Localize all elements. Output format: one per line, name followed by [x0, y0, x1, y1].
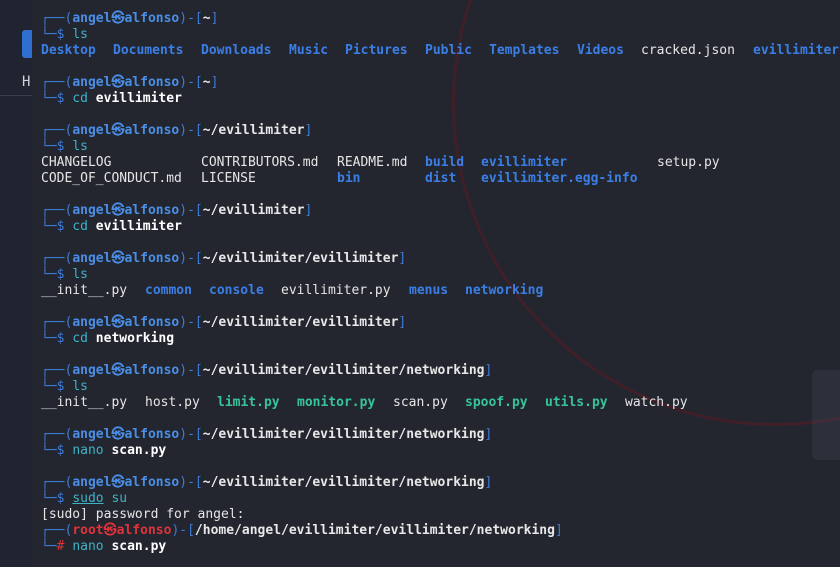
desktop-app-icon[interactable]: [22, 30, 32, 58]
prompt-line: ┌──(angel㉿alfonso)-[~]: [41, 11, 219, 26]
exec-entry: utils.py: [545, 395, 608, 410]
terminal-window[interactable]: ┌──(angel㉿alfonso)-[~] └─$ ls Desktop Do…: [32, 0, 840, 567]
prompt-path: ~: [202, 75, 211, 90]
command-line: └─$ ls: [41, 267, 88, 282]
file-entry: host.py: [145, 395, 200, 410]
prompt-line: ┌──(angel㉿alfonso)-[~]: [41, 75, 219, 90]
dir-entry: dist: [425, 171, 457, 186]
dir-entry: Pictures: [345, 43, 408, 58]
file-entry: cracked.json: [641, 43, 735, 58]
dir-entry: build: [425, 155, 465, 170]
prompt-path: ~/evillimiter/evillimiter: [202, 315, 399, 330]
prompt-line: ┌──(angel㉿alfonso)-[~/evillimiter/evilli…: [41, 427, 493, 442]
dir-entry: menus: [409, 283, 449, 298]
file-entry: CODE_OF_CONDUCT.md: [41, 171, 182, 186]
file-entry: __init__.py: [41, 283, 128, 298]
desktop-letter: H: [22, 74, 31, 90]
ls-output-home: Desktop Documents Downloads Music Pictur…: [41, 43, 840, 59]
prompt-path: ~/evillimiter/evillimiter/networking: [202, 475, 485, 490]
ls-output-networking: __init__.py host.py limit.py monitor.py …: [41, 395, 840, 411]
command-arg: evillimiter: [95, 91, 182, 106]
exec-entry: spoof.py: [465, 395, 528, 410]
command-line: └─$ ls: [41, 139, 88, 154]
command: cd: [72, 219, 88, 234]
file-entry: setup.py: [657, 155, 720, 170]
command-line[interactable]: └─# nano scan.py: [41, 539, 840, 555]
prompt-path: /home/angel/evillimiter/evillimiter/netw…: [194, 523, 555, 538]
command: cd: [72, 331, 88, 346]
file-entry: watch.py: [625, 395, 688, 410]
prompt-path: ~/evillimiter/evillimiter: [202, 251, 399, 266]
command: ls: [72, 379, 88, 394]
dir-entry: evillimiter: [481, 155, 568, 170]
ls-output-repo-row2: CODE_OF_CONDUCT.md LICENSE bin dist evil…: [41, 171, 840, 187]
sudo-password-prompt: [sudo] password for angel:: [41, 507, 245, 522]
dir-entry: Downloads: [201, 43, 272, 58]
desktop-divider: [0, 95, 32, 96]
command: ls: [72, 27, 88, 42]
prompt-path: ~/evillimiter: [202, 203, 305, 218]
dir-entry: Templates: [489, 43, 560, 58]
prompt-path: ~/evillimiter/evillimiter/networking: [202, 363, 485, 378]
dir-entry: Documents: [113, 43, 184, 58]
command: cd: [72, 91, 88, 106]
dir-entry: Desktop: [41, 43, 96, 58]
command-arg: networking: [95, 331, 175, 346]
dir-entry: evillimiter.egg-info: [481, 171, 638, 186]
command-line: └─$ ls: [41, 379, 88, 394]
command: nano: [72, 539, 104, 554]
root-prompt-line: ┌──(root㉿alfonso)-[/home/angel/evillimit…: [41, 523, 563, 538]
dir-entry: console: [209, 283, 264, 298]
dir-entry: common: [145, 283, 192, 298]
file-entry: scan.py: [393, 395, 448, 410]
prompt-path: ~/evillimiter: [202, 123, 305, 138]
prompt-line: ┌──(angel㉿alfonso)-[~/evillimiter/evilli…: [41, 363, 493, 378]
dir-entry: bin: [337, 171, 361, 186]
exec-entry: monitor.py: [297, 395, 376, 410]
command: sudo: [72, 491, 104, 506]
command-line: └─$ cd evillimiter: [41, 219, 182, 234]
desktop-background-strip: H: [0, 0, 32, 567]
prompt-path: ~: [202, 11, 211, 26]
command-line: └─$ cd networking: [41, 331, 175, 346]
command: ls: [72, 267, 88, 282]
dir-entry: evillimiter: [753, 43, 840, 58]
prompt-line: ┌──(angel㉿alfonso)-[~/evillimiter/evilli…: [41, 315, 407, 330]
command-line: └─$ nano scan.py: [41, 443, 167, 458]
command: nano: [72, 443, 104, 458]
ls-output-package: __init__.py common console evillimiter.p…: [41, 283, 840, 299]
command-arg: su: [111, 491, 128, 506]
command-arg: scan.py: [111, 443, 167, 458]
dir-entry: Videos: [577, 43, 624, 58]
prompt-line: ┌──(angel㉿alfonso)-[~/evillimiter]: [41, 203, 313, 218]
command-line: └─$ ls: [41, 27, 88, 42]
command-arg: evillimiter: [95, 219, 182, 234]
file-entry: LICENSE: [201, 171, 256, 186]
file-entry: CONTRIBUTORS.md: [201, 155, 319, 170]
prompt-line: ┌──(angel㉿alfonso)-[~/evillimiter/evilli…: [41, 475, 493, 490]
prompt-line: ┌──(angel㉿alfonso)-[~/evillimiter]: [41, 123, 313, 138]
command-arg: scan.py: [111, 539, 167, 554]
prompt-path: ~/evillimiter/evillimiter/networking: [202, 427, 485, 442]
dir-entry: networking: [465, 283, 544, 298]
ls-output-repo-row1: CHANGELOG CONTRIBUTORS.md README.md buil…: [41, 155, 840, 171]
terminal-output[interactable]: ┌──(angel㉿alfonso)-[~] └─$ ls Desktop Do…: [41, 11, 840, 555]
file-entry: CHANGELOG: [41, 155, 112, 170]
command-line: └─$ cd evillimiter: [41, 91, 182, 106]
dir-entry: Music: [289, 43, 329, 58]
file-entry: __init__.py: [41, 395, 128, 410]
dir-entry: Public: [425, 43, 472, 58]
file-entry: evillimiter.py: [281, 283, 391, 298]
command: ls: [72, 139, 88, 154]
command-line: └─$ sudo su: [41, 491, 128, 506]
file-entry: README.md: [337, 155, 408, 170]
exec-entry: limit.py: [217, 395, 280, 410]
prompt-line: ┌──(angel㉿alfonso)-[~/evillimiter/evilli…: [41, 251, 407, 266]
